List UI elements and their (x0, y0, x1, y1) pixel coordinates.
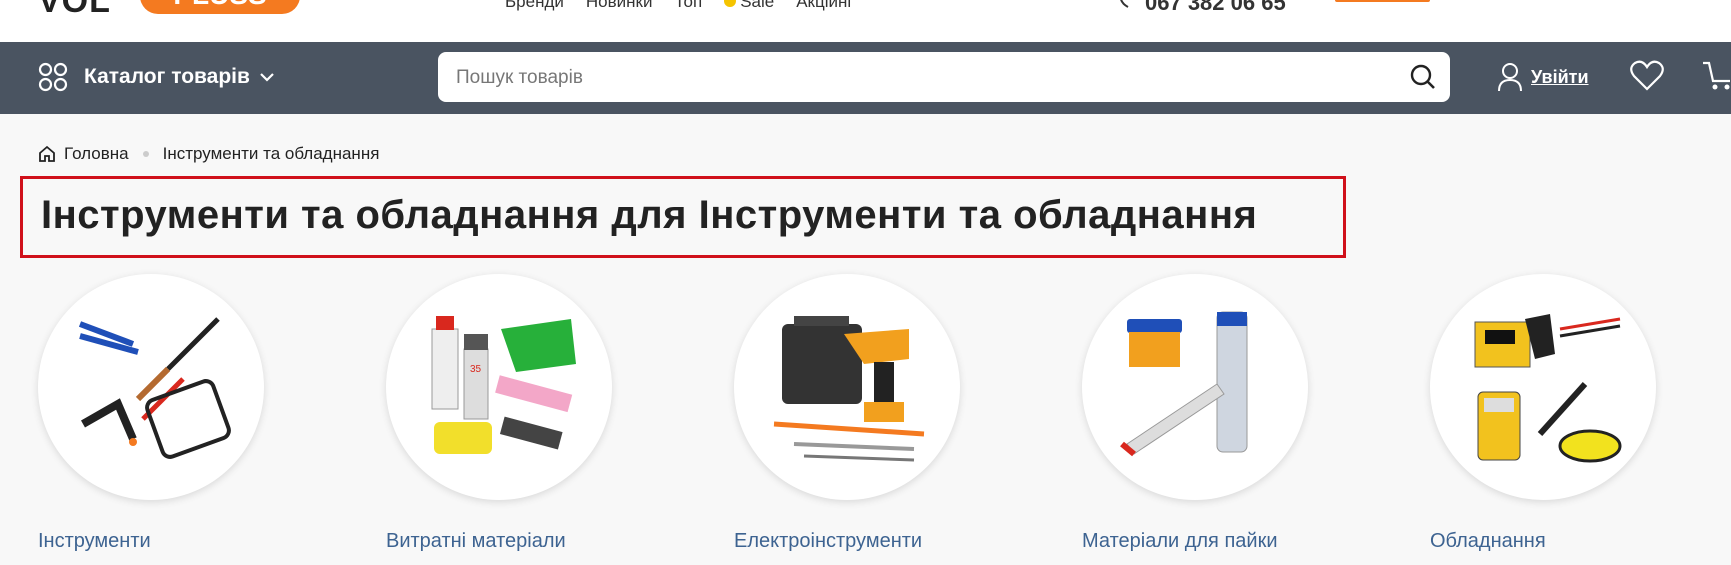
heart-icon[interactable] (1630, 60, 1664, 92)
phone-number[interactable]: 067 382 06 65 (1145, 0, 1286, 16)
category-image[interactable] (1430, 274, 1656, 500)
category-label[interactable]: Обладнання (1430, 530, 1546, 553)
nav-new[interactable]: Новинки (586, 0, 653, 12)
top-nav: Бренди Новинки Топ Sale Акційні (505, 0, 851, 12)
phone-icon (1120, 0, 1129, 8)
search-icon[interactable] (1410, 64, 1436, 90)
top-header: VOL PLUSS Бренди Новинки Топ Sale Акційн… (0, 0, 1731, 42)
nav-promo[interactable]: Акційні (796, 0, 851, 12)
catalog-button[interactable]: Каталог товарів (38, 62, 274, 92)
title-highlight-box: Інструменти та обладнання для Інструмент… (20, 176, 1346, 258)
category-card-soldering-materials[interactable]: Матеріали для пайки (1082, 274, 1312, 552)
logo-badge[interactable]: PLUSS (140, 0, 300, 14)
nav-top[interactable]: Топ (674, 0, 702, 12)
catalog-label: Каталог товарів (84, 65, 250, 88)
grid-icon (38, 62, 68, 92)
login-label: Увійти (1531, 66, 1589, 87)
nav-brands[interactable]: Бренди (505, 0, 564, 12)
breadcrumb-home[interactable]: Головна (64, 144, 129, 164)
breadcrumb: Головна Інструменти та обладнання (38, 144, 379, 164)
main-navbar: Каталог товарів Увійти (0, 42, 1731, 114)
home-icon (39, 145, 55, 162)
page-title: Інструменти та обладнання для Інструмент… (41, 193, 1258, 237)
category-image[interactable] (734, 274, 960, 500)
category-card-power-tools[interactable]: Електроінструменти (734, 274, 964, 552)
user-icon (1498, 63, 1522, 92)
callback-button[interactable] (1335, 0, 1430, 2)
category-card-consumables[interactable]: 35 Витратні матеріали (386, 274, 616, 552)
breadcrumb-current: Інструменти та обладнання (162, 144, 380, 163)
logo-text[interactable]: VOL (38, 0, 111, 21)
category-image[interactable] (1082, 274, 1308, 500)
soldering-materials-image (1120, 311, 1248, 457)
cart-icon[interactable] (1702, 60, 1731, 92)
breadcrumb-separator (142, 151, 149, 157)
category-label[interactable]: Електроінструменти (734, 530, 922, 553)
category-label[interactable]: Матеріали для пайки (1082, 530, 1278, 553)
category-card-tools[interactable]: Інструменти (38, 274, 268, 552)
equipment-image (1474, 314, 1622, 463)
search-bar (438, 52, 1450, 104)
nav-sale-label: Sale (740, 0, 775, 11)
consumables-image: 35 (431, 316, 576, 454)
chevron-down-icon (260, 73, 274, 82)
tools-image (78, 317, 231, 459)
login-button[interactable]: Увійти (1497, 62, 1589, 92)
category-card-equipment[interactable]: Обладнання (1430, 274, 1660, 552)
search-input[interactable] (454, 52, 1398, 104)
category-image[interactable] (38, 274, 264, 500)
svg-text:35: 35 (470, 364, 482, 375)
category-label[interactable]: Інструменти (38, 530, 151, 553)
nav-sale[interactable]: Sale (724, 0, 774, 12)
category-image[interactable]: 35 (386, 274, 612, 500)
sale-icon (724, 0, 737, 7)
category-label[interactable]: Витратні матеріали (386, 530, 566, 553)
power-tools-image (773, 316, 925, 462)
